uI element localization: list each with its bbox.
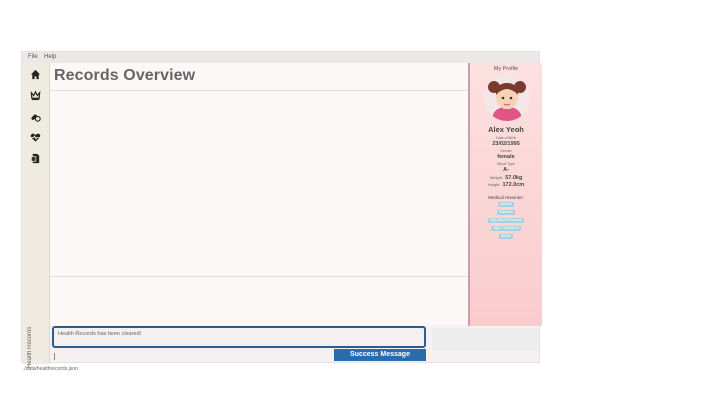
sidebar-vertical-label: Health Records <box>27 326 33 368</box>
profile-name: Alex Yeoh <box>488 125 524 134</box>
weight-row: Weight: 57.0kg <box>470 175 542 181</box>
main-panel: Records Overview <box>50 63 468 325</box>
blood-type-value: A- <box>503 167 509 173</box>
history-tag: Stroke <box>498 234 514 239</box>
menu-help[interactable]: Help <box>44 54 56 60</box>
secondary-panel <box>432 328 539 350</box>
blood-type-label: Blood Type <box>497 162 515 166</box>
height-value: 172.0cm <box>502 182 525 188</box>
result-display[interactable]: Health Records has been cleared! <box>52 326 426 348</box>
medical-histories-label: Medical Histories: <box>488 195 524 200</box>
weight-label: Weight: <box>489 175 504 180</box>
dob-value: 23/02/1995 <box>492 141 520 147</box>
height-label: Height: <box>487 182 501 187</box>
page-title: Records Overview <box>54 67 196 84</box>
gender-value: female <box>497 154 515 160</box>
dob-label: Date of Birth <box>496 136 516 140</box>
command-input-caret[interactable] <box>54 353 55 360</box>
document-icon[interactable] <box>30 153 41 164</box>
profile-heading: My Profile <box>493 66 519 72</box>
pills-icon[interactable] <box>30 111 41 122</box>
history-tag: High Blood Pressure <box>487 218 525 223</box>
records-list[interactable] <box>50 90 468 277</box>
heartbeat-icon[interactable] <box>30 132 41 143</box>
sidebar: Health Records <box>22 63 50 368</box>
crown-icon[interactable] <box>30 90 41 101</box>
app-window: File Help Health Records Records Overvie… <box>21 51 542 368</box>
history-tag: High Cholesterol <box>491 226 521 231</box>
history-tag: Asthma <box>498 202 514 207</box>
weight-value: 57.0kg <box>505 175 523 181</box>
height-row: Height: 172.0cm <box>470 182 542 188</box>
menu-bar: File Help <box>22 52 539 63</box>
status-bar-path: ./data/healthrecords.json <box>23 366 78 372</box>
history-tag: Diabetes <box>497 210 515 215</box>
menu-file[interactable]: File <box>28 54 38 60</box>
avatar <box>484 75 530 121</box>
home-icon[interactable] <box>30 69 41 80</box>
profile-panel: My Profile Alex Yeoh Date of Birth 23/02… <box>468 63 542 326</box>
success-message-button[interactable]: Success Message <box>334 349 426 361</box>
gender-label: Gender <box>500 149 512 153</box>
